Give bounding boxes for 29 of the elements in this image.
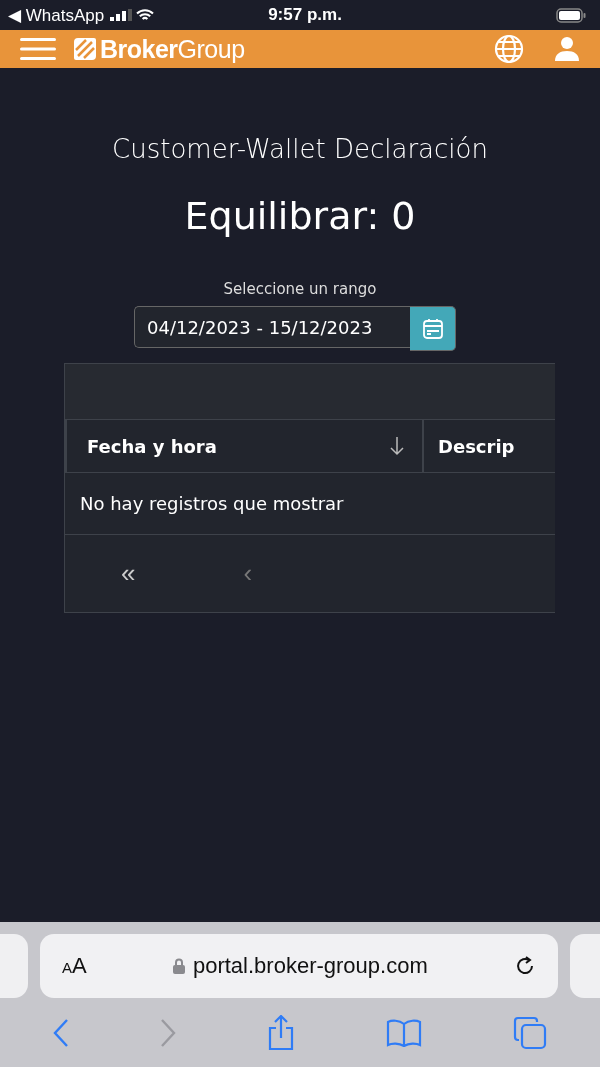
balance-heading: Equilibrar: 0 bbox=[184, 194, 416, 238]
reload-icon[interactable] bbox=[514, 955, 536, 977]
empty-message: No hay registros que mostrar bbox=[80, 493, 344, 514]
back-to-app-link[interactable]: ◀ WhatsApp bbox=[8, 4, 105, 26]
signal-icon bbox=[110, 9, 133, 21]
pagination-button[interactable]: « bbox=[115, 558, 142, 589]
address-bar[interactable]: AA portal.broker-group.com bbox=[40, 934, 558, 998]
clock: 9:57 p.m. bbox=[268, 5, 342, 25]
back-icon[interactable] bbox=[53, 1017, 70, 1048]
lock-icon bbox=[172, 958, 185, 974]
date-range-field[interactable]: 04/12/2023 - 15/12/2023 bbox=[134, 306, 410, 348]
tabs-icon[interactable] bbox=[512, 1015, 547, 1050]
column-header[interactable]: Fecha y hora bbox=[65, 420, 422, 472]
book-icon[interactable] bbox=[385, 1018, 422, 1047]
calendar-button[interactable] bbox=[410, 306, 456, 351]
logo-icon bbox=[74, 38, 96, 60]
url-text: portal.broker-group.com bbox=[192, 953, 428, 979]
column-header[interactable]: Descrip bbox=[422, 420, 529, 472]
user-icon[interactable] bbox=[554, 36, 580, 62]
brand-name: BrokerGroup bbox=[100, 34, 245, 64]
globe-icon[interactable] bbox=[494, 34, 524, 64]
calendar-icon bbox=[421, 317, 444, 340]
range-label: Seleccione un rango bbox=[223, 280, 377, 298]
text-size-button[interactable]: AA bbox=[62, 953, 87, 979]
menu-icon[interactable] bbox=[20, 37, 56, 61]
battery-icon bbox=[556, 7, 586, 23]
page-title: Customer-Wallet Declaración bbox=[112, 134, 488, 164]
wifi-icon bbox=[136, 8, 155, 22]
share-icon[interactable] bbox=[267, 1014, 295, 1051]
